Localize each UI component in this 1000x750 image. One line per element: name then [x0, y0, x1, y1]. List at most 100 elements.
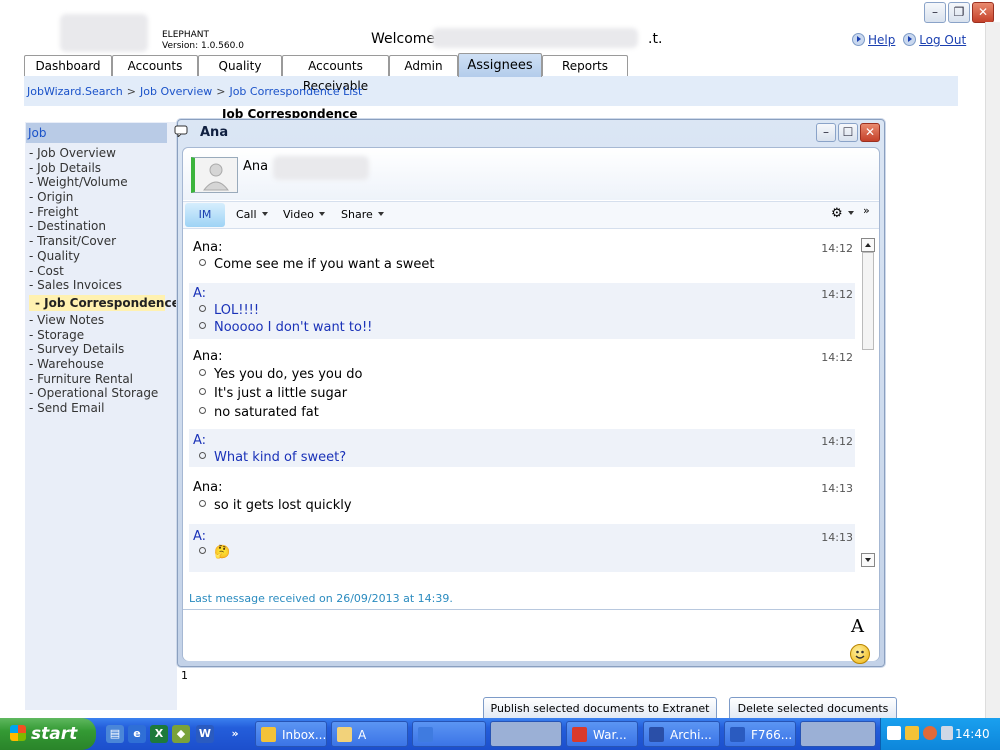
im-window-controls: – ☐ ✕: [814, 123, 880, 142]
message-group: Ana: 14:12 Come see me if you want a swe…: [189, 236, 855, 278]
sidebar-item-warehouse[interactable]: - Warehouse: [29, 357, 165, 372]
tab-assignees[interactable]: Assignees: [458, 53, 542, 77]
sidebar-item-destination[interactable]: - Destination: [29, 219, 165, 234]
messenger-tray-icon[interactable]: [923, 726, 937, 740]
sidebar-item-sales-invoices[interactable]: - Sales Invoices: [29, 278, 165, 293]
outlook-tray-icon[interactable]: [905, 726, 919, 740]
last-received-status: Last message received on 26/09/2013 at 1…: [189, 592, 453, 605]
help-link[interactable]: Help: [868, 33, 895, 47]
tab-admin[interactable]: Admin: [389, 55, 458, 76]
avatar[interactable]: [191, 157, 238, 193]
chat-bubble-icon: [174, 125, 188, 137]
message-line: Nooooo I don't want to!!: [199, 320, 372, 335]
logout-link[interactable]: Log Out: [919, 33, 966, 47]
taskbar-item-f766[interactable]: F766...: [724, 721, 796, 747]
sidebar-item-survey-details[interactable]: - Survey Details: [29, 342, 165, 357]
quicklaunch-app-icon[interactable]: ◆: [172, 725, 190, 743]
message-group: A: 14:13 🤔: [189, 524, 855, 572]
clock: 14:40: [955, 727, 990, 741]
people-options-icon[interactable]: ⚙: [831, 206, 854, 221]
sidebar-item-send-email[interactable]: - Send Email: [29, 401, 165, 416]
chevron-down-icon: [377, 212, 384, 216]
sidebar-item-job-details[interactable]: - Job Details: [29, 161, 165, 176]
sidebar-item-quality[interactable]: - Quality: [29, 249, 165, 264]
folder-icon: [337, 727, 352, 742]
taskbar-item-inbox[interactable]: Inbox...: [255, 721, 327, 747]
sidebar-item-storage[interactable]: - Storage: [29, 328, 165, 343]
taskbar-item-archi[interactable]: Archi...: [643, 721, 720, 747]
sidebar-item-origin[interactable]: - Origin: [29, 190, 165, 205]
more-options-button[interactable]: »: [863, 204, 870, 217]
share-button[interactable]: Share: [341, 208, 384, 221]
video-button[interactable]: Video: [283, 208, 325, 221]
smiley-icon[interactable]: [850, 644, 870, 664]
volume-icon[interactable]: [941, 726, 953, 740]
sidebar-item-view-notes[interactable]: - View Notes: [29, 313, 165, 328]
message-line: It's just a little sugar: [199, 386, 347, 401]
show-desktop-icon[interactable]: ▤: [106, 725, 124, 743]
sidebar-item-weight-volume[interactable]: - Weight/Volume: [29, 175, 165, 190]
page-number[interactable]: 1: [181, 669, 188, 682]
scroll-up-icon[interactable]: [861, 238, 875, 252]
scroll-down-icon[interactable]: [861, 553, 875, 567]
tab-quality[interactable]: Quality: [198, 55, 282, 76]
quicklaunch-more-icon[interactable]: »: [226, 725, 244, 743]
tab-reports[interactable]: Reports: [542, 55, 628, 76]
chevron-down-icon: [847, 211, 854, 215]
font-button[interactable]: A: [851, 616, 864, 637]
share-label: Share: [341, 208, 373, 221]
internet-explorer-icon[interactable]: e: [128, 725, 146, 743]
sidebar-item-operational-storage[interactable]: - Operational Storage: [29, 386, 165, 401]
word-icon[interactable]: W: [196, 725, 214, 743]
start-button[interactable]: start: [0, 718, 96, 750]
message-line: Yes you do, yes you do: [199, 367, 362, 382]
message-timestamp: 14:12: [821, 351, 853, 364]
message-sender: A:: [193, 529, 207, 544]
taskbar-item-blurred[interactable]: [800, 721, 876, 747]
sidebar-item-freight[interactable]: - Freight: [29, 205, 165, 220]
taskbar-item-war[interactable]: War...: [566, 721, 638, 747]
tab-accounts-receivable[interactable]: Accounts Receivable: [282, 55, 389, 93]
message-timestamp: 14:13: [821, 531, 853, 544]
close-icon[interactable]: ✕: [972, 2, 994, 23]
breadcrumb-job-overview[interactable]: Job Overview: [140, 85, 212, 98]
call-button[interactable]: Call: [236, 208, 268, 221]
message-line: so it gets lost quickly: [199, 498, 352, 513]
thinking-face-emoticon: 🤔: [199, 545, 230, 560]
sidebar-item-transit-cover[interactable]: - Transit/Cover: [29, 234, 165, 249]
message-line: LOL!!!!: [199, 303, 259, 318]
sidebar-item-furniture-rental[interactable]: - Furniture Rental: [29, 372, 165, 387]
sidebar-menu: - Job Overview - Job Details - Weight/Vo…: [29, 146, 180, 416]
chevron-down-icon: [261, 212, 268, 216]
taskbar-item-blurred[interactable]: [490, 721, 562, 747]
taskbar-item-lync[interactable]: [412, 721, 486, 747]
tab-dashboard[interactable]: Dashboard: [24, 55, 112, 76]
message-input[interactable]: A: [183, 609, 879, 664]
pdf-icon: [572, 727, 587, 742]
message-timestamp: 14:12: [821, 435, 853, 448]
sidebar-item-cost[interactable]: - Cost: [29, 264, 165, 279]
breadcrumb: JobWizard.Search > Job Overview > Job Corres…: [27, 85, 362, 98]
sidebar-item-job-overview[interactable]: - Job Overview: [29, 146, 165, 161]
minimize-icon[interactable]: –: [924, 2, 946, 23]
message-sender: Ana:: [193, 240, 223, 255]
message-line: no saturated fat: [199, 405, 319, 420]
conversation-scrollbar[interactable]: [861, 238, 875, 568]
welcome-text: Welcome: [371, 31, 436, 47]
im-tab-button[interactable]: IM: [185, 203, 225, 227]
help-tray-icon[interactable]: [887, 726, 901, 740]
taskbar-item-folder[interactable]: A: [331, 721, 408, 747]
breadcrumb-job-correspondence-list[interactable]: Job Correspondence List: [229, 85, 362, 98]
taskbar-item-label: F766...: [751, 728, 793, 742]
scroll-thumb[interactable]: [862, 252, 874, 350]
restore-icon[interactable]: ❐: [948, 2, 970, 23]
im-close-icon[interactable]: ✕: [860, 123, 880, 142]
breadcrumb-jobwizard-search[interactable]: JobWizard.Search: [27, 85, 123, 98]
im-minimize-icon[interactable]: –: [816, 123, 836, 142]
sidebar-item-job-correspondence[interactable]: - Job Correspondence: [29, 294, 180, 311]
page-scrollbar[interactable]: [985, 22, 1000, 718]
im-maximize-icon[interactable]: ☐: [838, 123, 858, 142]
excel-icon[interactable]: X: [150, 725, 168, 743]
tab-accounts[interactable]: Accounts: [112, 55, 198, 76]
brand-block: ELEPHANT Version: 1.0.560.0: [162, 30, 244, 52]
